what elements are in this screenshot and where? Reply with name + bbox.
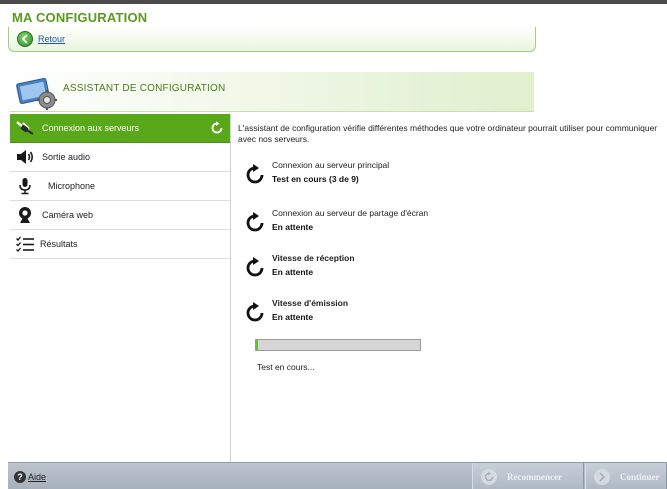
wizard-header: ASSISTANT DE CONFIGURATION xyxy=(10,72,534,112)
refresh-icon xyxy=(246,212,264,232)
wizard-icon xyxy=(16,77,57,110)
sidebar-item-microphone[interactable]: Microphone xyxy=(10,172,230,201)
test-name: Connexion au serveur de partage d'écran xyxy=(272,208,429,218)
test-status: Test en cours (3 de 9) xyxy=(272,174,359,184)
progress-fill xyxy=(256,340,258,350)
restart-button[interactable]: Recommencer xyxy=(472,463,584,489)
refresh-icon xyxy=(246,257,264,277)
help-icon: ? xyxy=(14,471,26,483)
test-item: Vitesse d'émission En attente xyxy=(244,298,654,328)
sidebar-item-label: Connexion aux serveurs xyxy=(42,123,140,133)
test-name: Connexion au serveur principal xyxy=(272,160,390,170)
sidebar-item-label: Microphone xyxy=(48,181,96,191)
back-bar: Retour xyxy=(8,27,536,52)
continue-label: Continuer xyxy=(620,471,660,482)
webcam-icon xyxy=(14,205,36,225)
test-status: En attente xyxy=(272,312,314,322)
test-status: En attente xyxy=(272,222,314,232)
sidebar-item-label: Résultats xyxy=(40,239,78,249)
test-item: Connexion au serveur principal Test en c… xyxy=(244,160,654,190)
sidebar-item-label: Sortie audio xyxy=(42,152,91,162)
microphone-icon xyxy=(14,176,36,196)
results-list-icon xyxy=(14,234,36,254)
back-button[interactable]: Retour xyxy=(17,31,65,47)
continue-button[interactable]: Continuer xyxy=(585,463,667,489)
test-name: Vitesse de réception xyxy=(272,253,355,263)
help-link[interactable]: Aide xyxy=(28,472,46,482)
page-title: MA CONFIGURATION xyxy=(12,10,148,25)
sidebar-item-results[interactable]: Résultats xyxy=(10,230,230,259)
refresh-icon xyxy=(211,121,223,134)
sidebar-item-audio-output[interactable]: Sortie audio xyxy=(10,143,230,172)
speaker-icon xyxy=(14,147,36,167)
sidebar-item-label: Caméra web xyxy=(42,210,94,220)
sidebar-item-webcam[interactable]: Caméra web xyxy=(10,201,230,230)
window-top-border xyxy=(0,0,667,4)
restart-icon xyxy=(481,468,497,485)
progress-text: Test en cours... xyxy=(257,362,315,372)
sidebar: Connexion aux serveurs Sortie audio Micr… xyxy=(10,114,231,462)
refresh-icon xyxy=(246,302,264,322)
continue-arrow-icon xyxy=(594,468,610,485)
back-arrow-icon xyxy=(17,31,33,47)
sidebar-item-server-connection[interactable]: Connexion aux serveurs xyxy=(10,114,230,143)
refresh-icon xyxy=(246,164,264,184)
server-connection-icon xyxy=(14,118,36,138)
test-name: Vitesse d'émission xyxy=(272,298,349,308)
restart-label: Recommencer xyxy=(507,471,562,482)
help-button[interactable]: ? Aide xyxy=(14,471,46,483)
test-item: Connexion au serveur de partage d'écran … xyxy=(244,208,654,238)
progress-bar xyxy=(255,339,421,351)
test-item: Vitesse de réception En attente xyxy=(244,253,654,283)
wizard-title: ASSISTANT DE CONFIGURATION xyxy=(63,83,226,94)
intro-text: L'assistant de configuration vérifie dif… xyxy=(238,123,658,144)
main-content: L'assistant de configuration vérifie dif… xyxy=(232,114,667,462)
footer-bar: ? Aide Recommencer Continuer xyxy=(8,462,667,489)
test-status: En attente xyxy=(272,267,314,277)
back-link[interactable]: Retour xyxy=(38,34,65,44)
